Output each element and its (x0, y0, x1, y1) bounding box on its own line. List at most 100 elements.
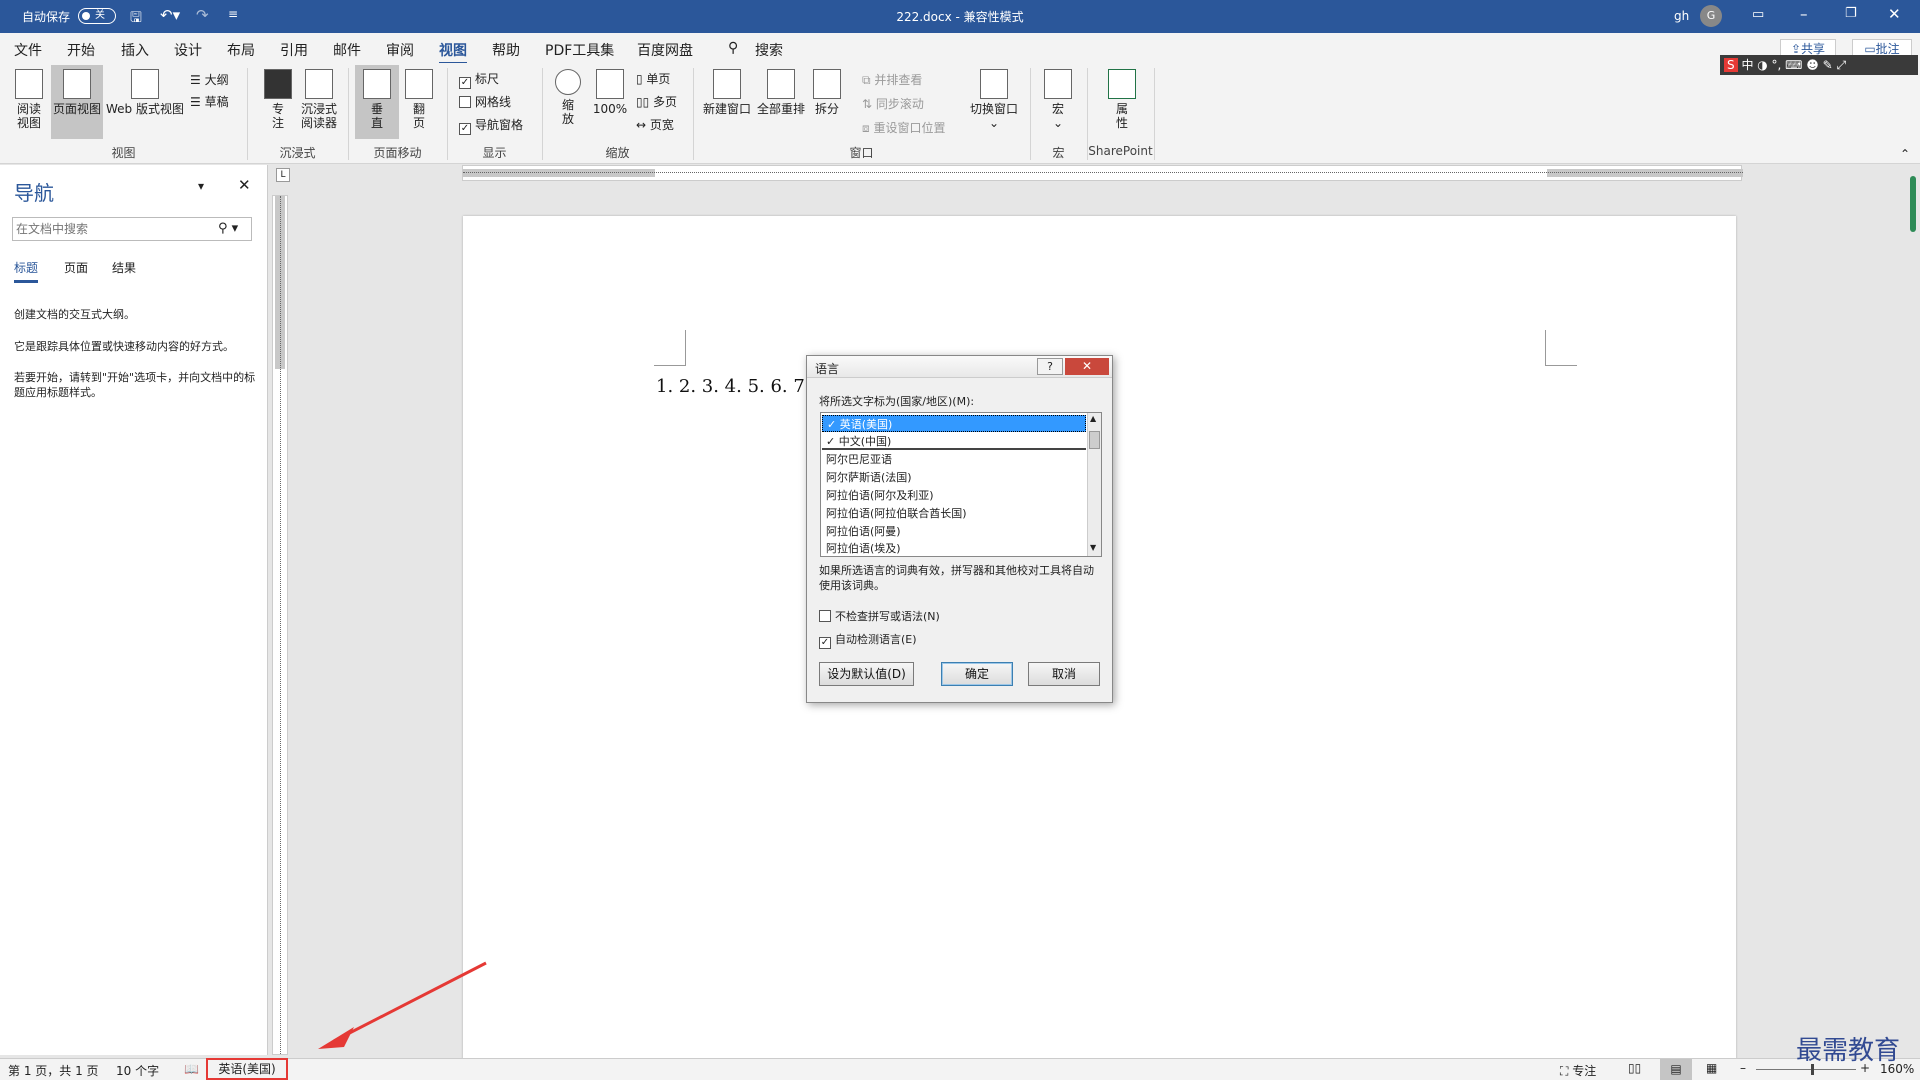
navigation-pane: 导航 ▾ ✕ ⚲ ▾ 标题 页面 结果 创建文档的交互式大纲。 它是跟踪具体位置… (0, 165, 268, 1055)
page-width-button[interactable]: ↔ 页宽 (636, 116, 674, 133)
ime-toolbar[interactable]: S 中 ◑ °, ⌨ ☻ ✎ ⤢ (1720, 55, 1918, 75)
side-to-side-button[interactable]: 翻 页 (403, 69, 435, 130)
language-item[interactable]: 阿尔巴尼亚语 (822, 451, 1086, 469)
tab-layout[interactable]: 布局 (227, 40, 255, 60)
read-mode-button[interactable]: 阅读 视图 (10, 69, 48, 130)
web-layout-button[interactable]: Web 版式视图 (106, 69, 184, 116)
list-scroll-thumb[interactable] (1089, 431, 1100, 449)
tab-selector[interactable]: L (276, 168, 290, 182)
tell-me-search[interactable]: 搜索 (755, 40, 783, 60)
horizontal-ruler[interactable] (462, 165, 1743, 181)
zoom-out-icon[interactable]: – (1740, 1061, 1746, 1075)
search-icon[interactable]: ⚲ (728, 40, 738, 56)
language-item[interactable]: 阿拉伯语(阿拉伯联合酋长国) (822, 505, 1086, 523)
side-by-side-button[interactable]: ⧉ 并排查看 (862, 71, 922, 88)
web-layout-icon[interactable]: ▦ (1706, 1061, 1717, 1075)
sync-scroll-button[interactable]: ⇅ 同步滚动 (862, 95, 924, 112)
ribbon-tabs: 文件 开始 插入 设计 布局 引用 邮件 审阅 视图 帮助 PDF工具集 百度网… (0, 33, 1920, 65)
tab-references[interactable]: 引用 (280, 40, 308, 60)
list-scrollbar[interactable]: ▲ ▼ (1087, 413, 1101, 556)
split-button[interactable]: 拆分 (812, 69, 842, 116)
print-layout-button[interactable]: 页面视图 (51, 65, 103, 139)
zoom-slider[interactable] (1756, 1064, 1856, 1075)
help-button[interactable]: ? (1037, 358, 1063, 375)
avatar[interactable]: G (1700, 5, 1722, 27)
nav-message-3: 若要开始，请转到"开始"选项卡，并向文档中的标题应用标题样式。 (14, 371, 256, 399)
nav-options-icon[interactable]: ▾ (198, 179, 204, 193)
nav-search-box[interactable]: ⚲ ▾ (12, 217, 252, 241)
nav-pane-checkbox[interactable]: ✓ 导航窗格 (459, 116, 523, 135)
dialog-close-button[interactable]: ✕ (1065, 358, 1109, 375)
language-item[interactable]: 阿尔萨斯语(法国) (822, 469, 1086, 487)
ribbon-display-icon[interactable]: ▭ (1752, 7, 1764, 22)
ruler-checkbox[interactable]: ✓ 标尺 (459, 70, 499, 89)
user-name: gh (1674, 9, 1690, 23)
nav-tab-headings[interactable]: 标题 (14, 259, 39, 283)
read-mode-icon[interactable]: ▯▯ (1628, 1061, 1641, 1075)
margin-corner-tl (654, 330, 686, 366)
nav-tab-results[interactable]: 结果 (112, 259, 136, 276)
word-count[interactable]: 10 个字 (116, 1062, 159, 1079)
tab-view[interactable]: 视图 (439, 40, 467, 65)
nav-search-input[interactable] (16, 219, 216, 239)
immersive-reader-button[interactable]: 沉浸式 阅读器 (298, 69, 340, 130)
language-item[interactable]: ✓ 中文(中国) (822, 433, 1086, 450)
search-icon[interactable]: ⚲ ▾ (218, 221, 238, 236)
language-item[interactable]: 阿拉伯语(阿曼) (822, 523, 1086, 541)
scroll-down-icon[interactable]: ▼ (1090, 543, 1096, 552)
scroll-thumb[interactable] (1910, 176, 1916, 232)
tab-home[interactable]: 开始 (67, 40, 95, 60)
tab-help[interactable]: 帮助 (492, 40, 520, 60)
restore-icon[interactable]: ❐ (1845, 6, 1857, 21)
tab-review[interactable]: 审阅 (386, 40, 414, 60)
print-layout-icon[interactable]: ▤ (1660, 1059, 1692, 1080)
proofing-icon[interactable]: 📖 (184, 1062, 199, 1076)
ok-button[interactable]: 确定 (941, 662, 1013, 686)
tab-file[interactable]: 文件 (14, 40, 42, 60)
reset-position-button[interactable]: ⧈ 重设窗口位置 (862, 119, 945, 136)
tab-insert[interactable]: 插入 (121, 40, 149, 60)
page-count[interactable]: 第 1 页，共 1 页 (8, 1062, 99, 1079)
tab-pdf-tools[interactable]: PDF工具集 (545, 40, 614, 60)
macros-button[interactable]: 宏 ⌄ (1040, 69, 1076, 130)
focus-button[interactable]: 专 注 (263, 69, 293, 130)
tab-baidu-netdisk[interactable]: 百度网盘 (637, 40, 693, 60)
language-item-selected[interactable]: ✓ 英语(美国) (822, 415, 1086, 432)
draft-button[interactable]: ☰ 草稿 (190, 93, 229, 110)
language-status[interactable]: 英语(美国) (206, 1058, 288, 1080)
language-item[interactable]: 阿拉伯语(阿尔及利亚) (822, 487, 1086, 505)
language-item[interactable]: 阿拉伯语(埃及) (822, 541, 1086, 557)
zoom-button[interactable]: 缩 放 (553, 69, 583, 126)
group-label-views: 视图 (111, 146, 136, 160)
vertical-ruler[interactable] (272, 195, 288, 1055)
tab-design[interactable]: 设计 (174, 40, 202, 60)
arrange-all-button[interactable]: 全部重排 (756, 69, 806, 116)
close-icon[interactable]: ✕ (1888, 5, 1901, 23)
outline-button[interactable]: ☰ 大纲 (190, 71, 229, 88)
set-default-button[interactable]: 设为默认值(D) (819, 662, 914, 686)
cancel-button[interactable]: 取消 (1028, 662, 1100, 686)
no-check-checkbox[interactable]: 不检查拼写或语法(N) (819, 608, 940, 624)
one-page-button[interactable]: ▯ 单页 (636, 70, 670, 87)
minimize-icon[interactable]: – (1800, 5, 1808, 23)
vertical-scrollbar[interactable] (1908, 176, 1918, 1056)
multiple-pages-button[interactable]: ▯▯ 多页 (636, 93, 677, 110)
collapse-ribbon-icon[interactable]: ⌃ (1900, 147, 1910, 161)
focus-status-button[interactable]: ⛶ 专注 (1560, 1062, 1596, 1079)
nav-tab-pages[interactable]: 页面 (64, 259, 88, 276)
auto-detect-checkbox[interactable]: ✓ 自动检测语言(E) (819, 631, 917, 649)
gridlines-checkbox[interactable]: 网格线 (459, 93, 511, 110)
language-list[interactable]: ✓ 英语(美国) ✓ 中文(中国) 阿尔巴尼亚语 阿尔萨斯语(法国) 阿拉伯语(… (820, 412, 1102, 557)
page-100-icon (596, 69, 624, 99)
page-icon (63, 69, 91, 99)
group-label-window: 窗口 (849, 146, 874, 160)
scroll-up-icon[interactable]: ▲ (1090, 414, 1096, 423)
vertical-button[interactable]: 垂 直 (355, 65, 399, 139)
zoom-100-button[interactable]: 100% (592, 69, 628, 116)
switch-windows-button[interactable]: 切换窗口 ⌄ (968, 69, 1020, 130)
tab-mailings[interactable]: 邮件 (333, 40, 361, 60)
new-window-button[interactable]: 新建窗口 (702, 69, 752, 116)
nav-close-icon[interactable]: ✕ (238, 176, 251, 194)
document-text[interactable]: 1. 2. 3. 4. 5. 6. 7. (656, 376, 811, 397)
properties-button[interactable]: 属 性 (1104, 69, 1140, 130)
